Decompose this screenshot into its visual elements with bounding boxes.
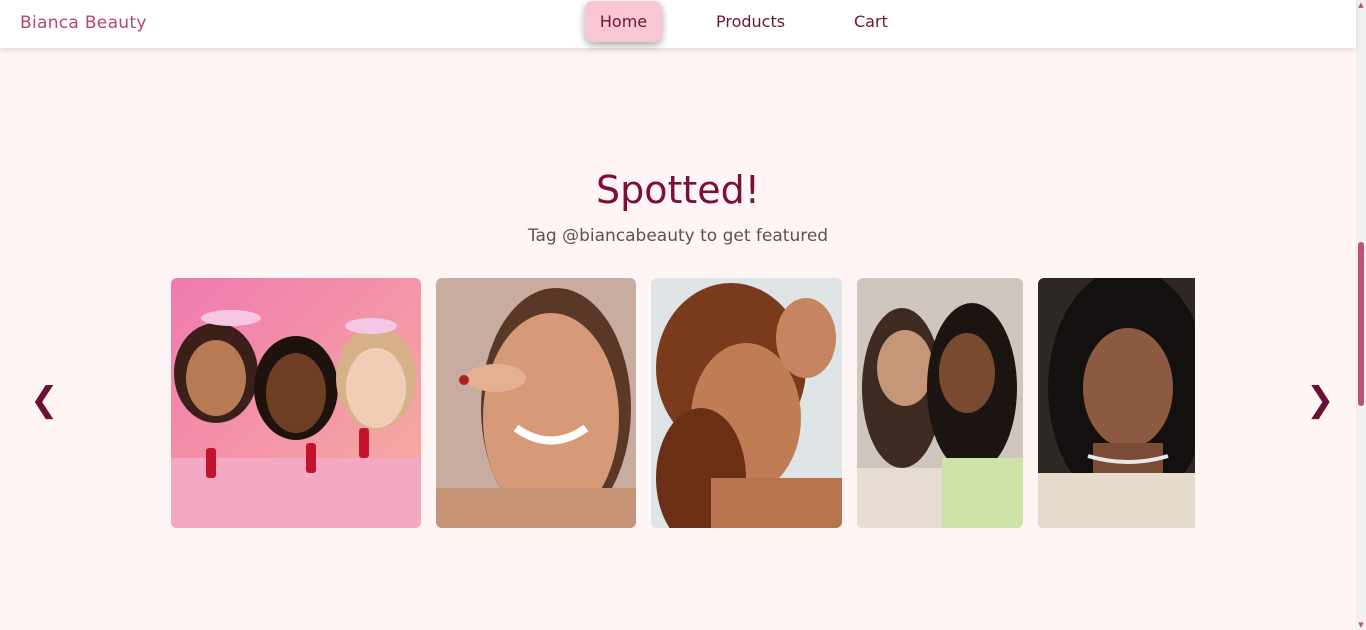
nav-home-link[interactable]: Home	[585, 1, 662, 42]
section-subtitle: Tag @biancabeauty to get featured	[527, 226, 829, 246]
page-scrollbar[interactable]: ▲ ▼	[1356, 0, 1366, 630]
nav-cart-link[interactable]: Cart	[854, 12, 888, 31]
chevron-left-icon: ❮	[30, 380, 59, 420]
carousel-prev-button[interactable]: ❮	[30, 380, 59, 420]
carousel-photo[interactable]	[857, 278, 1023, 528]
brand-logo[interactable]: Bianca Beauty	[20, 13, 147, 33]
nav-products-link[interactable]: Products	[716, 12, 785, 31]
chevron-right-icon: ❯	[1306, 380, 1335, 420]
nav-home-label: Home	[599, 12, 648, 31]
scroll-up-icon[interactable]: ▲	[1357, 1, 1365, 9]
photo-carousel	[171, 278, 1195, 528]
carousel-next-button[interactable]: ❯	[1306, 380, 1335, 420]
carousel-photo[interactable]	[651, 278, 842, 528]
carousel-photo[interactable]	[436, 278, 636, 528]
navbar: Bianca Beauty Home Products Cart	[0, 0, 1356, 48]
scrollbar-thumb[interactable]	[1358, 242, 1364, 406]
scroll-down-icon[interactable]: ▼	[1357, 621, 1365, 629]
carousel-photo[interactable]	[171, 278, 421, 528]
section-title: Spotted!	[595, 168, 761, 212]
carousel-photo[interactable]	[1038, 278, 1195, 528]
